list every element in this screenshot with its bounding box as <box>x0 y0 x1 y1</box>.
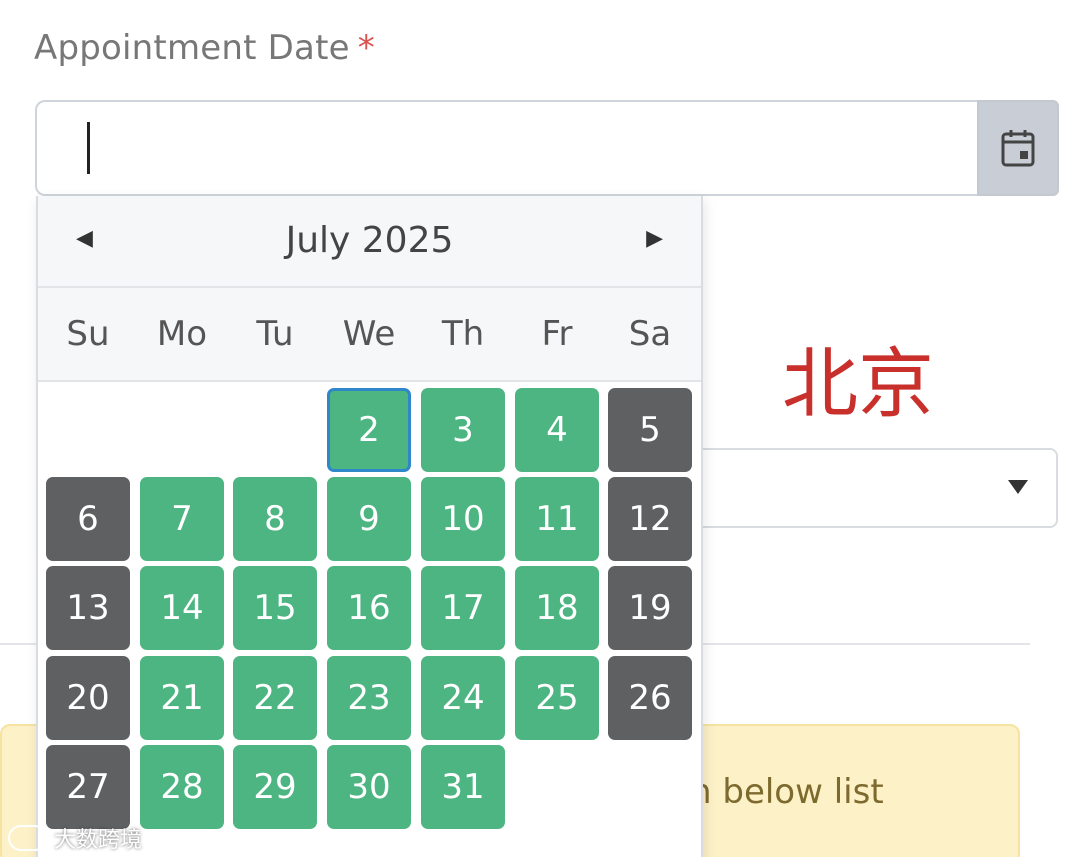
calendar-icon <box>1001 130 1035 167</box>
chevron-down-icon <box>1008 480 1028 494</box>
datepicker-header: ◀ July 2025 ▶ <box>38 196 701 288</box>
day-cell[interactable]: 14 <box>140 566 224 650</box>
day-cell[interactable]: 23 <box>327 656 411 740</box>
day-cell[interactable]: 28 <box>140 745 224 829</box>
day-cell[interactable]: 31 <box>421 745 505 829</box>
next-month-icon[interactable]: ▶ <box>646 226 663 251</box>
day-cell[interactable]: 7 <box>140 477 224 561</box>
day-cell[interactable]: 3 <box>421 388 505 472</box>
city-name: 北京 <box>782 339 934 428</box>
day-cell[interactable]: 21 <box>140 656 224 740</box>
day-cell[interactable]: 25 <box>515 656 599 740</box>
day-cell[interactable]: 11 <box>515 477 599 561</box>
day-cell[interactable]: 22 <box>233 656 317 740</box>
datepicker-popup: ◀ July 2025 ▶ Su Mo Tu We Th Fr Sa 2 3 4… <box>36 196 703 857</box>
day-cell[interactable]: 2 <box>327 388 411 472</box>
weekday-sa: Sa <box>628 314 672 354</box>
day-cell[interactable]: 27 <box>46 745 130 829</box>
city-select[interactable] <box>690 448 1058 528</box>
label-text: Appointment Date <box>34 28 350 68</box>
day-cell[interactable]: 16 <box>327 566 411 650</box>
required-marker: * <box>357 28 375 68</box>
day-cell[interactable]: 26 <box>608 656 692 740</box>
watermark-logo-icon <box>8 825 48 851</box>
day-cell[interactable]: 9 <box>327 477 411 561</box>
day-cell[interactable]: 13 <box>46 566 130 650</box>
day-cell[interactable]: 30 <box>327 745 411 829</box>
appointment-date-input-group[interactable] <box>35 100 1059 196</box>
watermark-text: 大数跨境 <box>54 828 143 853</box>
weekday-tu: Tu <box>256 314 294 354</box>
day-cell[interactable]: 19 <box>608 566 692 650</box>
day-cell[interactable]: 6 <box>46 477 130 561</box>
text-caret <box>87 122 90 174</box>
day-cell[interactable]: 29 <box>233 745 317 829</box>
day-cell[interactable]: 17 <box>421 566 505 650</box>
day-cell[interactable]: 20 <box>46 656 130 740</box>
weekday-header: Su Mo Tu We Th Fr Sa <box>38 288 701 382</box>
watermark: 大数跨境 <box>8 822 142 854</box>
month-title: July 2025 <box>285 220 454 261</box>
day-cell[interactable]: 12 <box>608 477 692 561</box>
day-cell[interactable]: 10 <box>421 477 505 561</box>
weekday-fr: Fr <box>541 314 573 354</box>
day-cell[interactable]: 18 <box>515 566 599 650</box>
day-cell[interactable]: 5 <box>608 388 692 472</box>
weekday-we: We <box>342 314 396 354</box>
day-cell[interactable]: 8 <box>233 477 317 561</box>
weekday-su: Su <box>66 314 110 354</box>
day-cell[interactable]: 4 <box>515 388 599 472</box>
alert-text: n below list <box>690 772 884 812</box>
appointment-date-label: Appointment Date * <box>34 28 375 68</box>
appointment-date-input[interactable] <box>35 100 977 196</box>
day-cell[interactable]: 24 <box>421 656 505 740</box>
weekday-mo: Mo <box>156 314 208 354</box>
calendar-toggle-button[interactable] <box>977 100 1059 196</box>
weekday-th: Th <box>441 314 485 354</box>
day-cell[interactable]: 15 <box>233 566 317 650</box>
